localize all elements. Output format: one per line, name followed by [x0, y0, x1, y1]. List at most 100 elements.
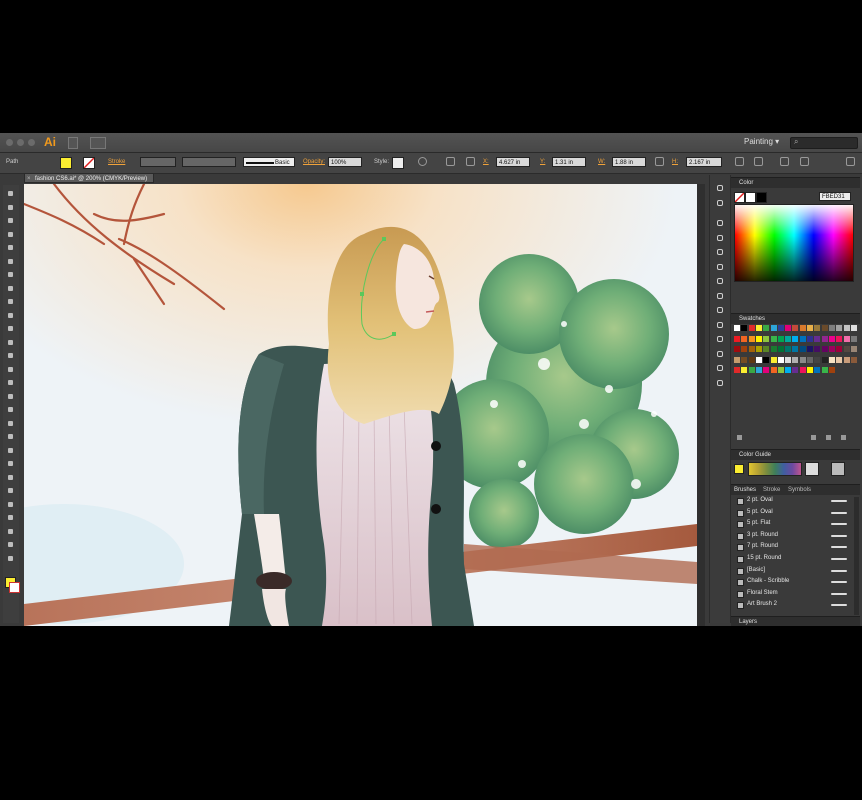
swatch-0-0[interactable]	[734, 325, 740, 331]
swatch-2-14[interactable]	[836, 346, 843, 352]
swatch-2-3[interactable]	[755, 346, 762, 352]
swatch-0-1[interactable]	[741, 325, 748, 331]
artboard-canvas[interactable]	[24, 184, 697, 626]
save-color-group-button[interactable]	[831, 462, 845, 476]
swatch-2-6[interactable]	[777, 346, 784, 352]
swatch-3-11[interactable]	[814, 356, 821, 363]
swatch-0-7[interactable]	[785, 325, 792, 331]
swatch-4-7[interactable]	[785, 367, 792, 373]
swatch-3-15[interactable]	[843, 356, 850, 363]
slice-icon[interactable]	[5, 527, 16, 536]
swatch-1-0[interactable]	[734, 335, 740, 342]
y-field[interactable]: 1.31 in	[552, 157, 586, 167]
brush-list-item[interactable]: [Basic]	[731, 565, 860, 577]
reference-point-icon[interactable]	[466, 157, 475, 166]
graph-icon[interactable]	[5, 500, 16, 509]
swatch-0-15[interactable]	[843, 325, 850, 331]
symbol-sprayer-icon[interactable]	[5, 486, 16, 495]
lasso-icon[interactable]	[5, 230, 16, 239]
delete-swatch-button[interactable]	[841, 435, 846, 440]
graphic-styles-icon[interactable]	[715, 233, 725, 243]
opacity-link[interactable]: Opacity:	[303, 159, 325, 165]
brush-list-item[interactable]: 2 pt. Oval	[731, 495, 860, 507]
swatch-1-15[interactable]	[843, 335, 850, 342]
transparency-icon[interactable]	[715, 305, 725, 315]
swatch-2-15[interactable]	[843, 346, 850, 352]
swatch-3-1[interactable]	[741, 356, 748, 363]
harmony-rules-dropdown[interactable]	[805, 462, 819, 476]
tab-brushes[interactable]: Brushes	[734, 485, 756, 495]
swatch-3-2[interactable]	[748, 356, 755, 363]
color-white-swatch[interactable]	[745, 192, 756, 203]
x-field[interactable]: 4.627 in	[496, 157, 530, 167]
new-swatch-button[interactable]	[826, 435, 831, 440]
envelope-icon[interactable]	[800, 157, 809, 166]
swatch-0-13[interactable]	[828, 325, 835, 331]
layers-panel-icon[interactable]	[715, 247, 725, 257]
swatch-1-5[interactable]	[770, 335, 777, 342]
brush-list-item[interactable]: 3 pt. Round	[731, 530, 860, 542]
eraser-icon[interactable]	[5, 338, 16, 347]
line-tool-icon[interactable]	[5, 270, 16, 279]
swatch-0-16[interactable]	[850, 325, 857, 331]
swatch-3-6[interactable]	[777, 356, 784, 363]
swatch-0-4[interactable]	[763, 325, 770, 331]
swatch-0-3[interactable]	[755, 325, 762, 331]
transform-icon[interactable]	[735, 157, 744, 166]
swatch-3-16[interactable]	[850, 356, 857, 363]
rectangle-tool-icon[interactable]	[5, 284, 16, 293]
swatch-2-8[interactable]	[792, 346, 799, 352]
document-tab[interactable]: × fashion CS6.ai* @ 200% (CMYK/Preview)	[24, 173, 154, 183]
swatch-2-13[interactable]	[828, 346, 835, 352]
align-panel-icon[interactable]	[715, 363, 725, 373]
shape-builder-icon[interactable]	[5, 405, 16, 414]
swatch-4-11[interactable]	[814, 367, 821, 373]
direct-selection-tool-icon[interactable]	[5, 203, 16, 212]
swatch-4-9[interactable]	[799, 367, 806, 373]
brush-list-item[interactable]: 7 pt. Round	[731, 541, 860, 553]
search-input[interactable]: ⌕	[790, 137, 858, 149]
swatch-1-1[interactable]	[741, 335, 748, 342]
swatch-3-4[interactable]	[763, 356, 770, 363]
gradient-panel-icon[interactable]	[715, 320, 725, 330]
swatch-3-9[interactable]	[799, 356, 806, 363]
swatch-1-14[interactable]	[836, 335, 843, 342]
tab-symbols[interactable]: Symbols	[788, 485, 811, 495]
swatch-libraries-button[interactable]	[737, 435, 742, 440]
new-swatch-group-button[interactable]	[811, 435, 816, 440]
make-mask-icon[interactable]	[780, 157, 789, 166]
swatch-2-7[interactable]	[785, 346, 792, 352]
color-guide-panel-header[interactable]: Color Guide	[731, 449, 860, 460]
blend-icon[interactable]	[5, 473, 16, 482]
color-panel-header[interactable]: Color	[731, 177, 860, 188]
layers-panel-header[interactable]: Layers	[731, 616, 860, 626]
artboards-icon[interactable]	[715, 262, 725, 272]
brush-list-item[interactable]: 5 pt. Oval	[731, 507, 860, 519]
pen-tool-icon[interactable]	[5, 243, 16, 252]
color-panel-icon[interactable]	[715, 183, 725, 193]
perspective-grid-icon[interactable]	[5, 419, 16, 428]
swatch-0-11[interactable]	[814, 325, 821, 331]
paintbrush-icon[interactable]	[5, 297, 16, 306]
swatches-panel-header[interactable]: Swatches	[731, 313, 860, 324]
swatch-3-8[interactable]	[792, 356, 799, 363]
swatch-3-7[interactable]	[785, 356, 792, 363]
swatch-1-12[interactable]	[821, 335, 828, 342]
free-transform-icon[interactable]	[5, 392, 16, 401]
swatch-1-11[interactable]	[814, 335, 821, 342]
swatch-3-5[interactable]	[770, 356, 777, 363]
swatch-2-2[interactable]	[748, 346, 755, 352]
opacity-field[interactable]: 100%	[328, 157, 362, 167]
swatch-2-9[interactable]	[799, 346, 806, 352]
isolate-group-icon[interactable]	[754, 157, 763, 166]
eyedropper-icon[interactable]	[5, 459, 16, 468]
rotate-icon[interactable]	[5, 351, 16, 360]
swatch-0-6[interactable]	[777, 325, 784, 331]
close-tab-icon[interactable]: ×	[27, 174, 31, 184]
swatch-4-12[interactable]	[821, 367, 828, 373]
swatch-4-4[interactable]	[763, 367, 770, 373]
swatch-4-0[interactable]	[734, 367, 740, 373]
scale-icon[interactable]	[5, 365, 16, 374]
height-field[interactable]: 2.167 in	[686, 157, 722, 167]
swatch-2-1[interactable]	[741, 346, 748, 352]
